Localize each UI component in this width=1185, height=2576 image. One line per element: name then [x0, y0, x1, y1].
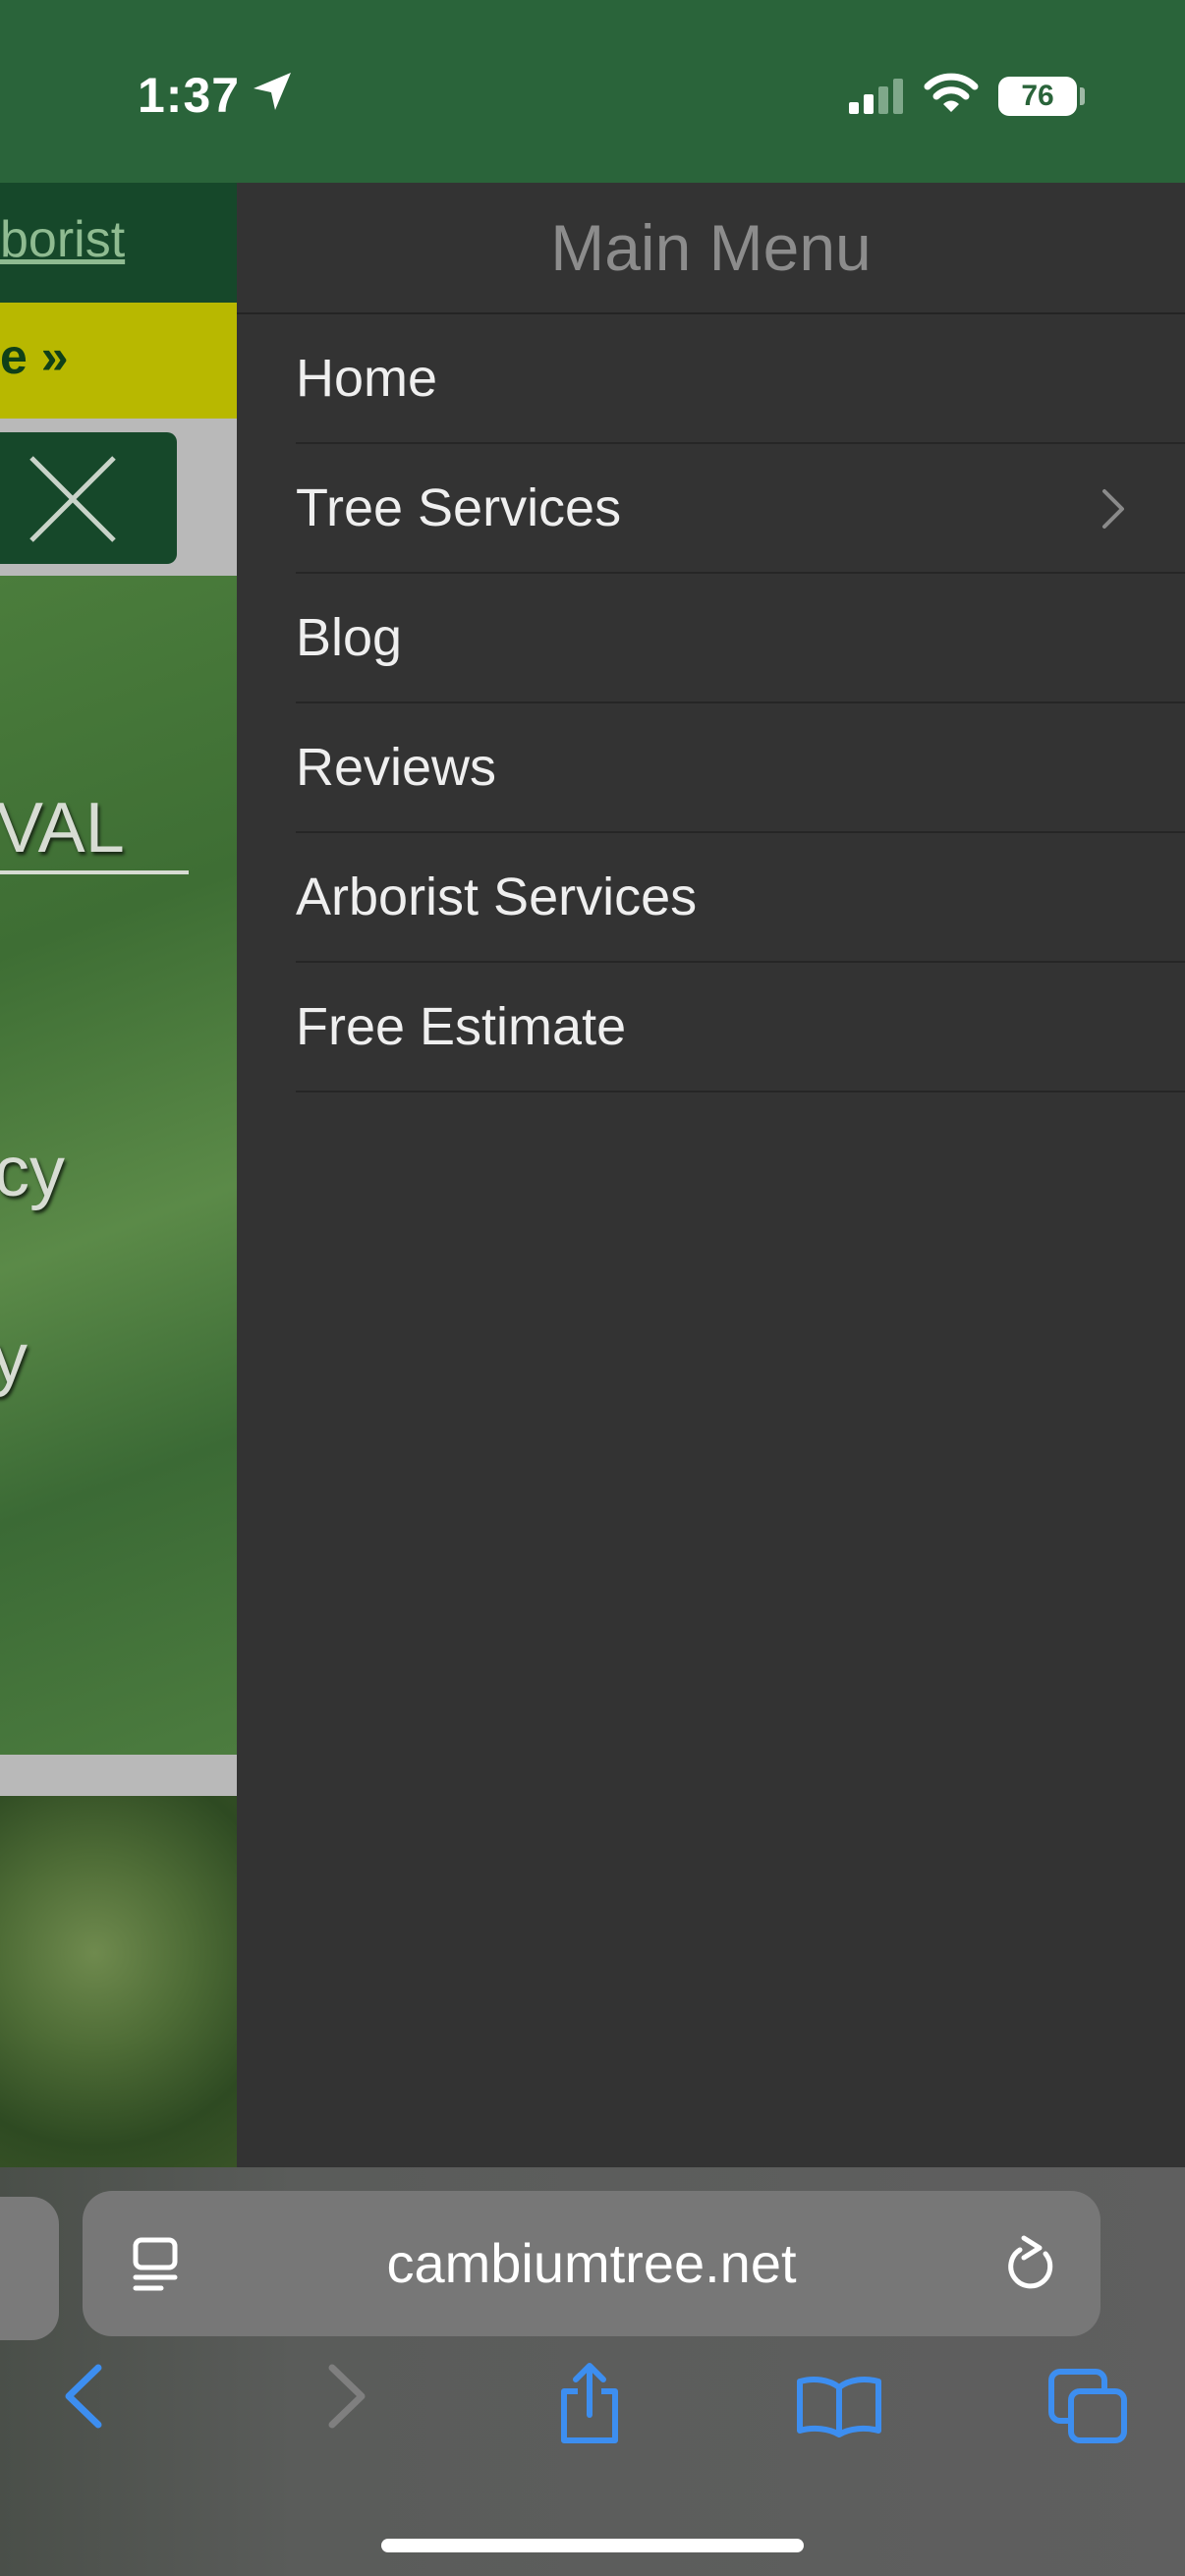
menu-item-arborist-services[interactable]: Arborist Services: [296, 833, 1185, 963]
address-bar[interactable]: cambiumtree.net: [83, 2191, 1100, 2336]
main-menu-drawer: Main Menu Home Tree Services Blog Review…: [237, 183, 1185, 2167]
bg-hero-line-2: cy: [0, 1133, 65, 1211]
menu-item-tree-services[interactable]: Tree Services: [296, 444, 1185, 574]
menu-item-label: Home: [296, 349, 438, 408]
menu-item-label: Tree Services: [296, 478, 622, 537]
battery-level: 76: [1021, 80, 1054, 112]
menu-item-blog[interactable]: Blog: [296, 574, 1185, 703]
menu-item-home[interactable]: Home: [296, 314, 1185, 444]
menu-item-free-estimate[interactable]: Free Estimate: [296, 963, 1185, 1092]
menu-item-label: Arborist Services: [296, 868, 698, 926]
bg-header-link[interactable]: borist: [0, 210, 125, 269]
bg-close-button[interactable]: [0, 432, 177, 564]
share-icon[interactable]: [554, 2362, 625, 2444]
url-text[interactable]: cambiumtree.net: [83, 2191, 1100, 2336]
menu-item-reviews[interactable]: Reviews: [296, 703, 1185, 833]
status-bar: 1:37 76: [0, 0, 1185, 183]
menu-list: Home Tree Services Blog Reviews Arborist…: [296, 314, 1185, 1092]
chevron-right-icon[interactable]: [1100, 487, 1126, 531]
back-icon[interactable]: [59, 2362, 112, 2431]
background-page: borist e » VAL cy y: [0, 183, 237, 2167]
bookmarks-icon[interactable]: [796, 2374, 882, 2438]
reload-icon[interactable]: [1002, 2234, 1061, 2295]
bg-divider: [0, 1755, 237, 1796]
bg-hero-line-1[interactable]: VAL: [0, 788, 125, 868]
menu-title: Main Menu: [550, 211, 872, 284]
cellular-signal-icon: [849, 79, 903, 114]
status-time: 1:37: [138, 68, 241, 123]
close-x-icon: [29, 456, 116, 542]
menu-item-label: Reviews: [296, 738, 497, 797]
bg-hero-line-3: y: [0, 1319, 28, 1398]
menu-item-label: Blog: [296, 608, 403, 667]
bg-hero-underline: [0, 870, 189, 874]
menu-item-label: Free Estimate: [296, 997, 627, 1056]
bg-banner-text[interactable]: e »: [0, 328, 69, 385]
wifi-icon: [924, 73, 979, 112]
tabs-icon[interactable]: [1047, 2368, 1130, 2446]
battery-icon: 76: [998, 77, 1077, 116]
bg-trees-image: [0, 1796, 237, 2167]
battery-nub: [1080, 87, 1085, 105]
forward-icon[interactable]: [318, 2362, 371, 2431]
home-indicator[interactable]: [381, 2539, 804, 2552]
location-arrow-icon: [254, 73, 291, 110]
previous-tab-pill[interactable]: [0, 2197, 59, 2340]
